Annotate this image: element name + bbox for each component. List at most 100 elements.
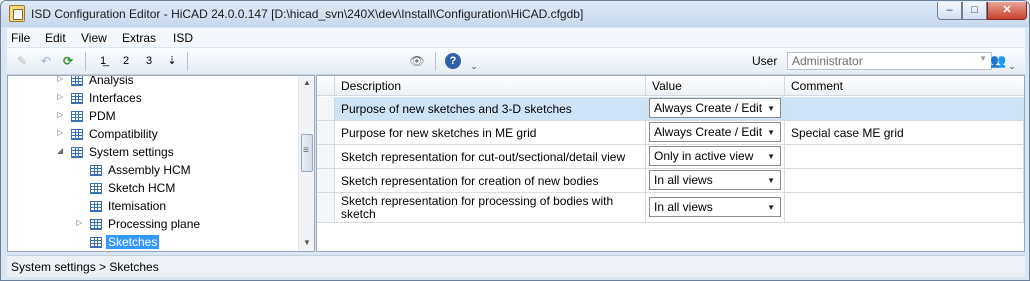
chevron-down-icon: ▼ bbox=[767, 152, 775, 161]
table-row[interactable]: Sketch representation for cut-out/sectio… bbox=[335, 145, 1024, 169]
cell-comment bbox=[785, 97, 1024, 121]
expand-level-3-icon[interactable]: 3 bbox=[140, 53, 158, 70]
expand-arrow-icon[interactable]: ▷ bbox=[57, 110, 67, 119]
scrollbar-thumb[interactable] bbox=[301, 134, 313, 172]
row-header-corner bbox=[317, 76, 335, 96]
table-icon bbox=[90, 183, 102, 194]
window-title: ISD Configuration Editor - HiCAD 24.0.0.… bbox=[31, 7, 584, 21]
status-breadcrumb: System settings > Sketches bbox=[11, 260, 159, 274]
tree-scrollbar[interactable]: ▲ ▼ bbox=[298, 76, 314, 251]
chevron-down-icon: ▼ bbox=[979, 54, 987, 63]
table-icon bbox=[71, 111, 83, 122]
value-select[interactable]: Only in active view ▼ bbox=[649, 146, 781, 166]
expand-level-1-icon[interactable]: 1̲ bbox=[94, 53, 112, 70]
value-select-text: In all views bbox=[654, 173, 713, 187]
help-icon[interactable]: ? bbox=[445, 53, 461, 69]
cell-description: Purpose of new sketches and 3-D sketches bbox=[335, 97, 646, 121]
tree-item-label: Interfaces bbox=[89, 91, 142, 105]
table-icon bbox=[90, 219, 102, 230]
tree-item-label: Sketches bbox=[106, 235, 160, 249]
tree-item-label: Assembly HCM bbox=[108, 163, 191, 177]
value-select-text: Only in active view bbox=[654, 149, 754, 163]
grid-header: Description Value Comment bbox=[317, 76, 1024, 96]
column-header-comment[interactable]: Comment bbox=[785, 76, 1024, 96]
toolbar-separator bbox=[435, 52, 436, 71]
menu-view[interactable]: View bbox=[81, 31, 107, 45]
table-row[interactable]: Purpose for new sketches in ME grid Alwa… bbox=[335, 121, 1024, 145]
tree-item-label: Processing plane bbox=[108, 217, 201, 231]
expand-level-2-icon[interactable]: 2 bbox=[117, 53, 135, 70]
table-row[interactable]: Sketch representation for creation of ne… bbox=[335, 169, 1024, 193]
user-select[interactable]: Administrator ▼ bbox=[787, 52, 992, 70]
menu-bar: File Edit View Extras ISD bbox=[7, 28, 1025, 47]
scroll-down-icon[interactable]: ▼ bbox=[303, 238, 311, 247]
menu-file[interactable]: File bbox=[11, 31, 30, 45]
row-header[interactable] bbox=[317, 145, 335, 169]
value-select[interactable]: In all views ▼ bbox=[649, 197, 781, 217]
title-bar[interactable]: ISD Configuration Editor - HiCAD 24.0.0.… bbox=[1, 1, 1029, 27]
expand-arrow-icon[interactable]: ▷ bbox=[57, 76, 67, 83]
value-select-text: In all views bbox=[654, 200, 713, 214]
menu-edit[interactable]: Edit bbox=[45, 31, 66, 45]
user-label: User bbox=[752, 54, 778, 68]
table-row[interactable]: Purpose of new sketches and 3-D sketches… bbox=[335, 97, 1024, 121]
column-header-value[interactable]: Value bbox=[646, 76, 785, 96]
table-icon bbox=[90, 237, 102, 248]
expand-arrow-icon[interactable]: ▷ bbox=[76, 218, 86, 227]
scroll-up-icon[interactable]: ▲ bbox=[303, 78, 311, 87]
tree-item-label: Itemisation bbox=[108, 199, 167, 213]
cell-comment bbox=[785, 169, 1024, 193]
cell-value: Only in active view ▼ bbox=[646, 145, 785, 169]
value-select-text: Always Create / Edit bbox=[654, 101, 763, 115]
expand-all-icon[interactable]: ⇣ bbox=[163, 53, 181, 70]
chevron-down-icon: ▼ bbox=[767, 203, 775, 212]
tree-item-label: PDM bbox=[89, 109, 116, 123]
menu-isd[interactable]: ISD bbox=[173, 31, 193, 45]
chevron-down-icon: ▼ bbox=[767, 176, 775, 185]
table-row[interactable]: Sketch representation for processing of … bbox=[335, 193, 1024, 223]
row-header[interactable] bbox=[317, 121, 335, 145]
row-header[interactable] bbox=[317, 169, 335, 193]
tree-item-label: Sketch HCM bbox=[108, 181, 176, 195]
value-select[interactable]: Always Create / Edit ▼ bbox=[649, 98, 781, 118]
binoculars-icon[interactable]: 👁 bbox=[408, 53, 426, 70]
value-select[interactable]: In all views ▼ bbox=[649, 170, 781, 190]
cell-description: Sketch representation for processing of … bbox=[335, 193, 646, 223]
cell-comment: Special case ME grid bbox=[785, 121, 1024, 145]
tree-item-label: System settings bbox=[89, 145, 174, 159]
cell-value: Always Create / Edit ▼ bbox=[646, 121, 785, 145]
expand-arrow-icon[interactable]: ▷ bbox=[57, 92, 67, 101]
table-icon bbox=[71, 147, 83, 158]
cell-value: Always Create / Edit ▼ bbox=[646, 97, 785, 121]
cell-description: Sketch representation for creation of ne… bbox=[335, 169, 646, 193]
undo-icon[interactable]: ↶ bbox=[37, 53, 55, 70]
cell-value: In all views ▼ bbox=[646, 169, 785, 193]
maximize-button[interactable]: □ bbox=[962, 2, 987, 20]
toolbar: ✎ ↶ ⟳ 1̲ 2 3 ⇣ 👁 ? ⌄ User Administrator … bbox=[7, 48, 1025, 75]
row-header[interactable] bbox=[317, 97, 335, 121]
minimize-button[interactable]: – bbox=[937, 2, 962, 20]
user-select-value: Administrator bbox=[792, 54, 863, 68]
app-window: ISD Configuration Editor - HiCAD 24.0.0.… bbox=[0, 0, 1030, 281]
toolbar-separator bbox=[187, 52, 188, 71]
cell-comment bbox=[785, 193, 1024, 223]
refresh-icon[interactable]: ⟳ bbox=[59, 53, 77, 70]
table-icon bbox=[71, 129, 83, 140]
toolbar-overflow-icon[interactable]: ⌄ bbox=[465, 58, 483, 75]
table-icon bbox=[71, 93, 83, 104]
toolbar-overflow-icon[interactable]: ⌄ bbox=[1003, 58, 1021, 75]
settings-tree: ▷ Analysis ▷ Interfaces ▷ PDM ▷ Compatib… bbox=[7, 75, 315, 252]
value-select[interactable]: Always Create / Edit ▼ bbox=[649, 122, 781, 142]
cell-description: Sketch representation for cut-out/sectio… bbox=[335, 145, 646, 169]
settings-grid: Description Value Comment Purpose of new… bbox=[316, 75, 1025, 252]
pencil-icon[interactable]: ✎ bbox=[13, 53, 31, 70]
status-bar: System settings > Sketches bbox=[7, 255, 1025, 277]
menu-extras[interactable]: Extras bbox=[122, 31, 156, 45]
tree-item-label: Compatibility bbox=[89, 127, 158, 141]
close-button[interactable]: ✕ bbox=[987, 2, 1027, 20]
column-header-description[interactable]: Description bbox=[335, 76, 646, 96]
collapse-arrow-icon[interactable]: ◢ bbox=[57, 146, 67, 155]
expand-arrow-icon[interactable]: ▷ bbox=[57, 128, 67, 137]
table-icon bbox=[90, 201, 102, 212]
row-header[interactable] bbox=[317, 193, 335, 223]
